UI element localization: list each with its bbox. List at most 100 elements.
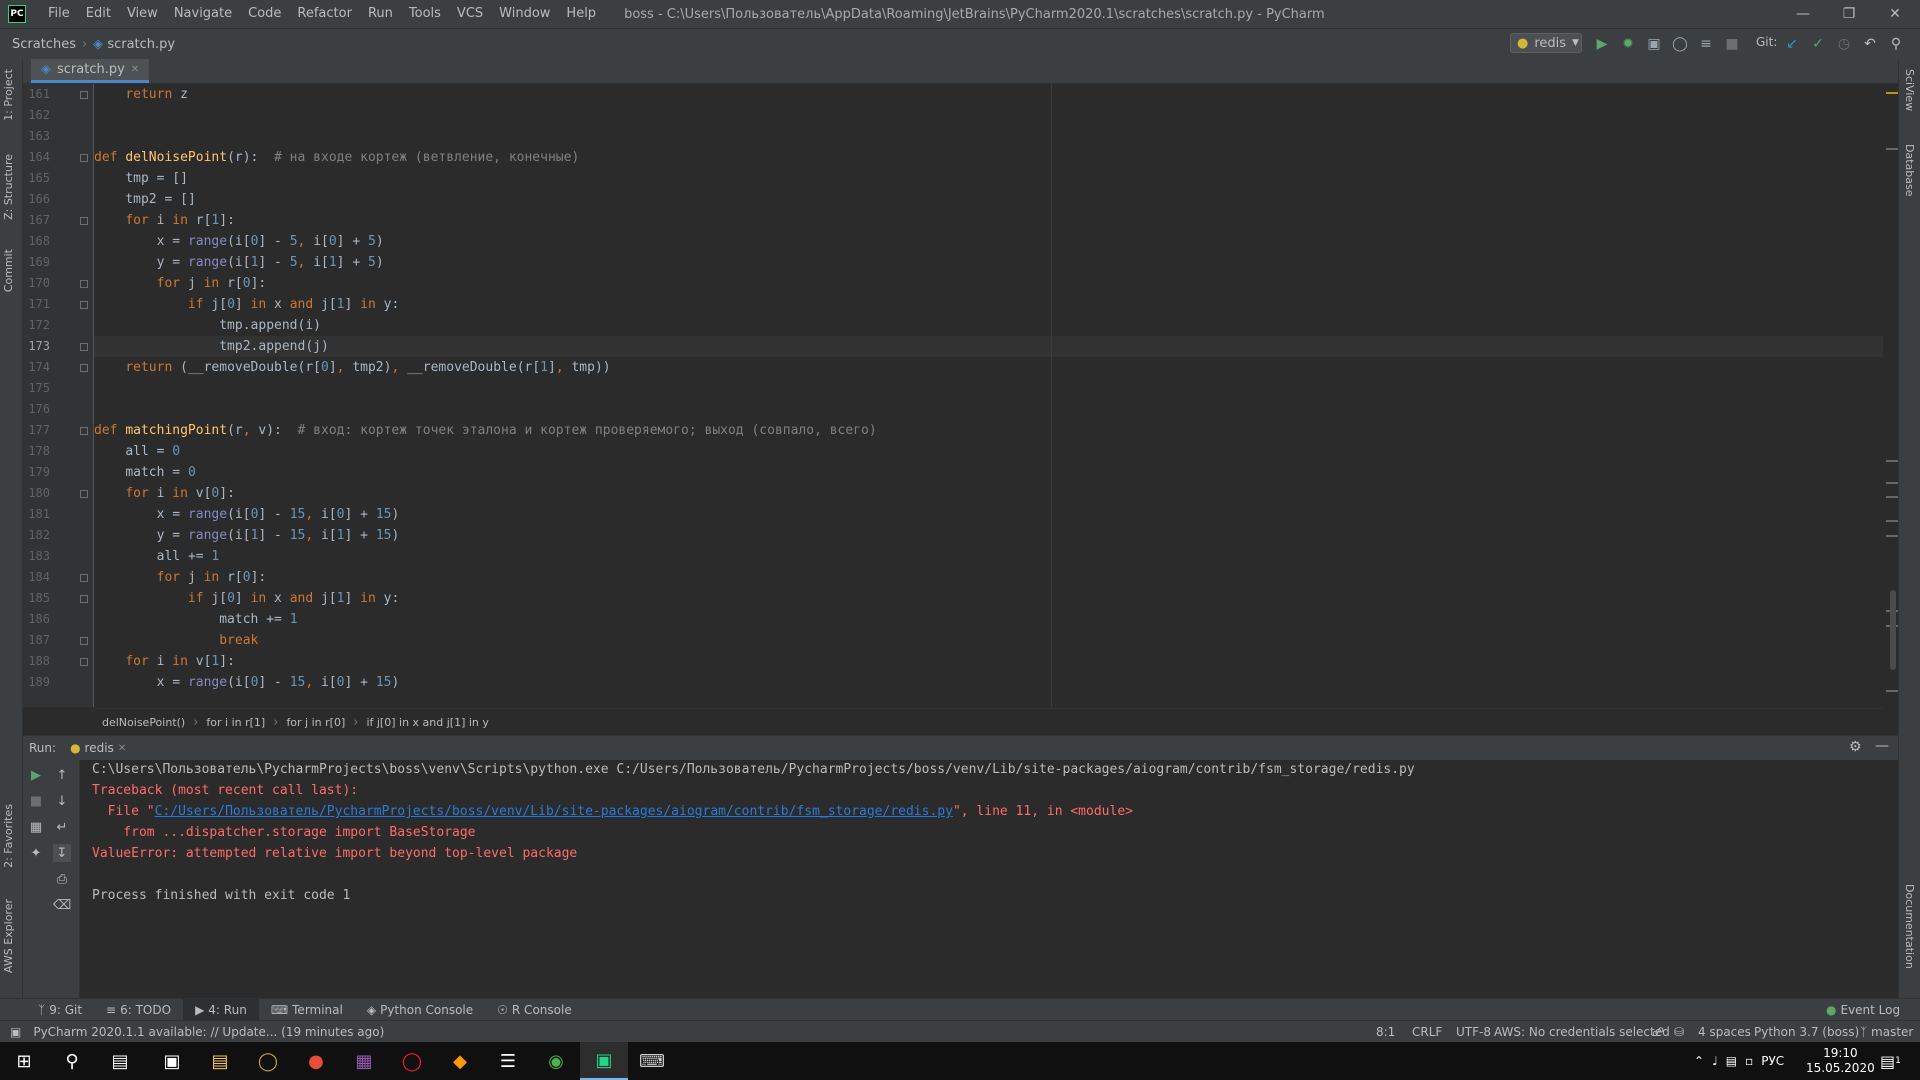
caret-position[interactable]: 8:1 [1370, 1025, 1401, 1039]
scroll-to-end-icon[interactable]: ↧ [53, 844, 71, 862]
run-configuration-select[interactable]: ● redis ▼ [1510, 33, 1582, 53]
breadcrumb-for-outer[interactable]: for i in r[1] [198, 716, 273, 729]
code-editor[interactable]: return z def delNoisePoint(r): # на входе… [94, 84, 1883, 707]
layout-icon[interactable]: ▦ [27, 818, 45, 836]
fold-marker-icon[interactable] [80, 91, 88, 99]
coverage-icon[interactable]: ▣ [1645, 35, 1663, 53]
breadcrumb-file[interactable]: ◈ scratch.py [87, 37, 181, 52]
tool-commit[interactable]: Commit [2, 249, 15, 292]
run-icon[interactable]: ▶ [1593, 35, 1611, 53]
volume-icon[interactable]: ♩ [1712, 1054, 1718, 1068]
down-arrow-icon[interactable]: ↓ [53, 792, 71, 810]
line-number[interactable]: 181 [23, 507, 50, 521]
line-number[interactable]: 179 [23, 465, 50, 479]
fold-marker-icon[interactable] [80, 427, 88, 435]
code-line[interactable]: tmp.append(i) [94, 315, 321, 336]
tab-terminal[interactable]: ⌨ Terminal [259, 1003, 355, 1017]
file-explorer-icon[interactable]: ▤ [196, 1042, 244, 1080]
line-number[interactable]: 161 [23, 87, 50, 101]
run-console[interactable]: C:\Users\Пользователь\PycharmProjects\bo… [80, 760, 1898, 998]
task-view-icon[interactable]: ▤ [96, 1042, 144, 1080]
code-line[interactable]: y = range(i[1] - 15, i[1] + 15) [94, 525, 400, 546]
line-number[interactable]: 183 [23, 549, 50, 563]
chrome-icon[interactable]: ◉ [532, 1042, 580, 1080]
opera-icon[interactable]: ◯ [388, 1042, 436, 1080]
fold-marker-icon[interactable] [80, 574, 88, 582]
notifications-icon[interactable]: ▤ 1 [1880, 1042, 1901, 1080]
code-line[interactable]: x = range(i[0] - 15, i[0] + 15) [94, 672, 400, 693]
tab-r-console[interactable]: ☉ R Console [485, 1003, 584, 1017]
code-line[interactable]: for i in v[0]: [94, 483, 235, 504]
line-number[interactable]: 168 [23, 234, 50, 248]
line-number[interactable]: 180 [23, 486, 50, 500]
tool-structure[interactable]: Z: Structure [2, 154, 15, 220]
git-update-icon[interactable]: ↙ [1783, 35, 1801, 53]
scroll-marker[interactable] [1886, 148, 1898, 150]
warning-marker[interactable] [1886, 92, 1898, 94]
database-icon[interactable]: ⛁ [1668, 1025, 1690, 1039]
line-number[interactable]: 184 [23, 570, 50, 584]
line-number[interactable]: 173 [23, 339, 50, 353]
search-icon[interactable]: ⚲ [48, 1042, 96, 1080]
menu-vcs[interactable]: VCS [449, 0, 491, 28]
breadcrumb-for-inner[interactable]: for j in r[0] [278, 716, 353, 729]
scroll-marker[interactable] [1886, 460, 1898, 462]
fold-marker-icon[interactable] [80, 301, 88, 309]
scroll-marker[interactable] [1886, 535, 1898, 537]
tool-database[interactable]: Database [1903, 144, 1916, 197]
line-number[interactable]: 188 [23, 654, 50, 668]
terminal-taskbar-icon[interactable]: ⌨ [628, 1042, 676, 1080]
line-number[interactable]: 185 [23, 591, 50, 605]
line-number[interactable]: 174 [23, 360, 50, 374]
rainbow-app-icon[interactable]: ● [292, 1042, 340, 1080]
stop-icon[interactable]: ■ [27, 792, 45, 810]
line-number[interactable]: 169 [23, 255, 50, 269]
windows-start-icon[interactable]: ⊞ [0, 1042, 48, 1080]
scroll-marker[interactable] [1886, 482, 1898, 484]
profile-icon[interactable]: ◯ [1671, 35, 1689, 53]
menu-navigate[interactable]: Navigate [166, 0, 240, 28]
fold-marker-icon[interactable] [80, 595, 88, 603]
rerun-icon[interactable]: ▶ [27, 766, 45, 784]
scroll-marker[interactable] [1886, 520, 1898, 522]
menu-file[interactable]: File [40, 0, 78, 28]
code-line[interactable]: tmp = [] [94, 168, 188, 189]
line-number[interactable]: 189 [23, 675, 50, 689]
line-number[interactable]: 178 [23, 444, 50, 458]
git-branch[interactable]: ᛉ master [1854, 1025, 1919, 1039]
tab-scratch-py[interactable]: ◈ scratch.py ✕ [31, 59, 150, 83]
menu-window[interactable]: Window [491, 0, 558, 28]
code-line[interactable]: x = range(i[0] - 5, i[0] + 5) [94, 231, 384, 252]
close-icon[interactable]: ✕ [1872, 0, 1918, 28]
soft-wrap-icon[interactable]: ↵ [53, 818, 71, 836]
tool-aws-explorer[interactable]: AWS Explorer [2, 899, 15, 973]
search-icon[interactable]: ⚲ [1887, 35, 1905, 53]
pin-icon[interactable]: ✦ [27, 844, 45, 862]
code-line[interactable]: y = range(i[1] - 5, i[1] + 5) [94, 252, 384, 273]
code-line[interactable]: tmp2.append(j) [94, 336, 329, 357]
line-number[interactable]: 177 [23, 423, 50, 437]
update-notice[interactable]: PyCharm 2020.1.1 available: // Update...… [27, 1025, 390, 1039]
scroll-marker[interactable] [1886, 690, 1898, 692]
code-line[interactable]: match = 0 [94, 462, 195, 483]
network-icon[interactable]: ▤ [1726, 1054, 1737, 1068]
line-number[interactable]: 186 [23, 612, 50, 626]
clock[interactable]: 19:10 15.05.2020 [1806, 1042, 1875, 1080]
code-line[interactable]: all += 1 [94, 546, 220, 567]
line-number[interactable]: 162 [23, 108, 50, 122]
battery-icon[interactable]: ▫ [1745, 1054, 1753, 1068]
git-client-icon[interactable]: ☰ [484, 1042, 532, 1080]
line-number[interactable]: 172 [23, 318, 50, 332]
fold-marker-icon[interactable] [80, 343, 88, 351]
line-number[interactable]: 176 [23, 402, 50, 416]
interpreter[interactable]: Python 3.7 (boss) [1748, 1025, 1865, 1039]
git-commit-icon[interactable]: ✓ [1809, 35, 1827, 53]
fold-marker-icon[interactable] [80, 154, 88, 162]
code-line[interactable]: if j[0] in x and j[1] in y: [94, 294, 399, 315]
code-line[interactable]: def delNoisePoint(r): # на входе кортеж … [94, 147, 579, 168]
fold-marker-icon[interactable] [80, 637, 88, 645]
code-line[interactable]: return (__removeDouble(r[0], tmp2), __re… [94, 357, 610, 378]
breadcrumb-scratches[interactable]: Scratches [6, 37, 82, 52]
up-arrow-icon[interactable]: ↑ [53, 766, 71, 784]
trash-icon[interactable]: ⌫ [53, 896, 71, 914]
